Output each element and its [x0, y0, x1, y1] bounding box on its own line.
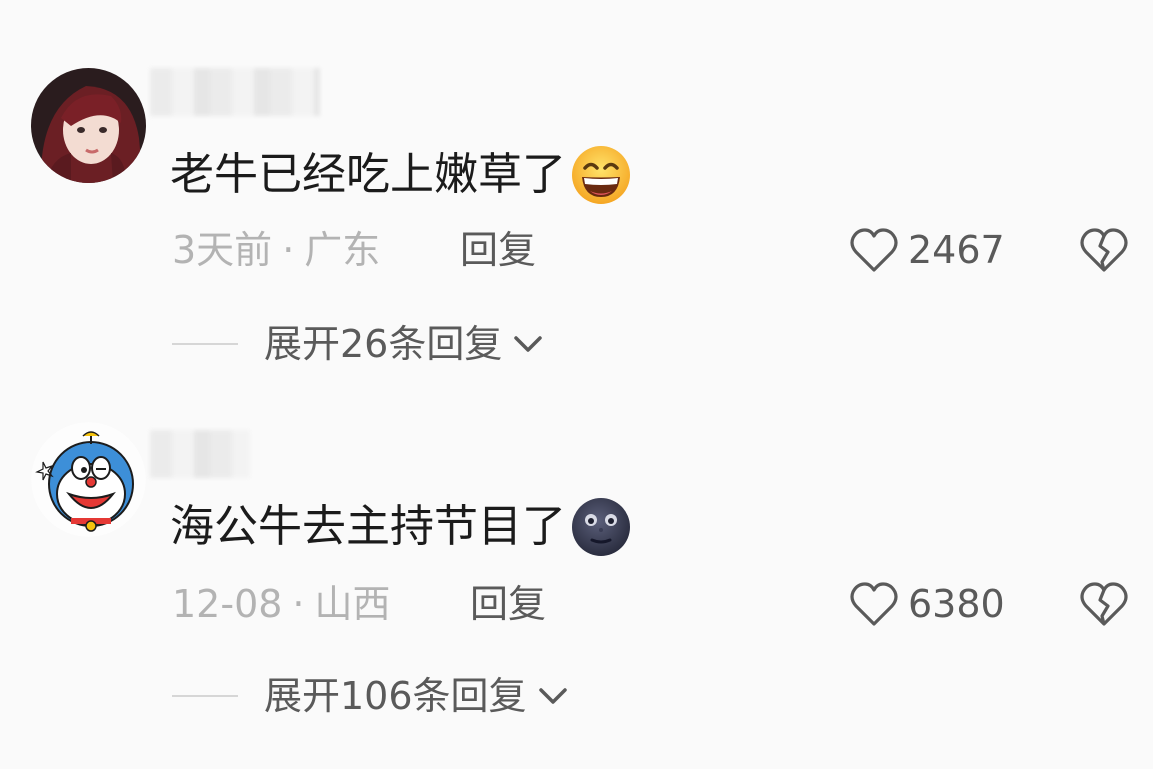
like-count: 6380 [908, 582, 1005, 626]
comment-text: 海公牛去主持节目了 [170, 496, 632, 558]
comment-date: 12-08 [172, 582, 283, 626]
like-button[interactable]: 6380 [848, 580, 1005, 628]
broken-heart-icon [1080, 582, 1128, 626]
comment-location: 山西 [314, 582, 391, 626]
comment-text-content: 海公牛去主持节目了 [170, 501, 566, 552]
meta-separator: · [292, 582, 305, 626]
heart-icon [850, 582, 898, 626]
expand-replies-label: 展开106条回复 [264, 674, 527, 718]
divider-line [172, 695, 238, 697]
chevron-down-icon [538, 688, 567, 704]
dislike-button[interactable] [1078, 580, 1130, 628]
expand-replies-button[interactable]: 展开106条回复 [172, 672, 569, 720]
comment-meta: 12-08 · 山西 [172, 580, 391, 628]
username-blurred[interactable] [150, 430, 250, 478]
avatar[interactable] [31, 422, 146, 537]
reply-button[interactable]: 回复 [470, 580, 546, 628]
new-moon-face-icon [570, 496, 632, 558]
comment-item: 海公牛去主持节目了 12-08 · 山西 回复 6380 展开106条回复 [0, 0, 1153, 718]
